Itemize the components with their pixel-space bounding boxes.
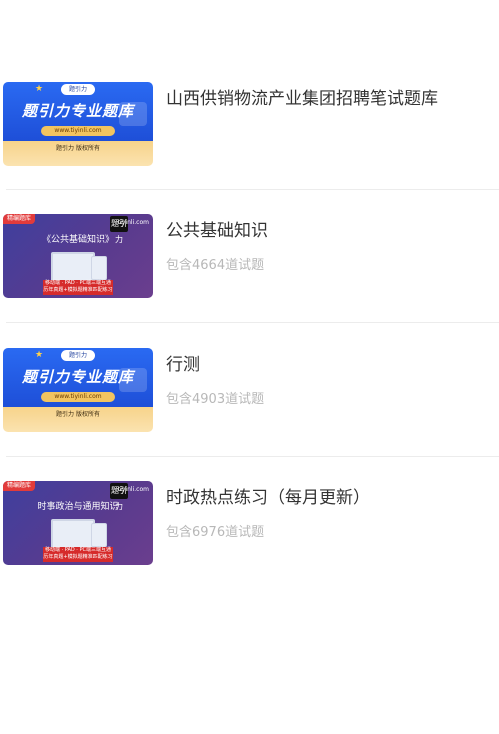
list-item[interactable]: 精编题库 题引力 tiyinli.com 《公共基础知识》 移动端 · PAD … — [0, 214, 499, 304]
thumb-headline: 题引力专业题库 — [21, 368, 134, 386]
thumb-tag: 精编题库 — [3, 481, 36, 491]
item-count: 包含4664道试题 — [166, 258, 265, 273]
item-count: 包含6976道试题 — [166, 525, 265, 540]
thumb-tag: 精编题库 — [3, 214, 36, 224]
item-title[interactable]: 公共基础知识 — [166, 216, 268, 241]
thumb-band: 移动端 · PAD · PC端三端互通 历年真题+模拟题精准匹配练习 — [43, 280, 113, 295]
item-title[interactable]: 行测 — [166, 350, 200, 375]
thumb-headline: 题引力专业题库 — [21, 102, 134, 120]
divider — [6, 456, 499, 457]
star-icon: ★ — [35, 350, 44, 360]
thumb-site: tiyinli.com — [117, 486, 149, 493]
monitor-icon — [51, 252, 95, 282]
item-thumbnail[interactable]: 精编题库 题引力 tiyinli.com 《公共基础知识》 移动端 · PAD … — [3, 214, 153, 298]
band-line: 历年真题+模拟题精准匹配练习 — [43, 554, 113, 560]
divider — [6, 189, 499, 190]
thumb-footer: 题引力 版权所有 — [56, 411, 100, 418]
thumb-logo: 题引力 — [61, 350, 95, 361]
item-thumbnail[interactable]: 精编题库 题引力 tiyinli.com 时事政治与通用知识 移动端 · PAD… — [3, 481, 153, 565]
thumb-course-title: 时事政治与通用知识 — [37, 502, 119, 512]
item-thumbnail[interactable]: ★ 题引力 题引力专业题库 www.tiyinli.com 题引力 版权所有 — [3, 82, 153, 166]
star-icon: ★ — [35, 84, 44, 94]
thumb-url: www.tiyinli.com — [41, 126, 115, 136]
item-thumbnail[interactable]: ★ 题引力 题引力专业题库 www.tiyinli.com 题引力 版权所有 — [3, 348, 153, 432]
band-line: 历年真题+模拟题精准匹配练习 — [43, 287, 113, 293]
thumb-site: tiyinli.com — [117, 219, 149, 226]
band-line: 移动端 · PAD · PC端三端互通 — [44, 280, 111, 286]
monitor-icon — [51, 519, 95, 549]
band-line: 移动端 · PAD · PC端三端互通 — [44, 547, 111, 553]
thumb-logo: 题引力 — [61, 84, 95, 95]
list-item[interactable]: 精编题库 题引力 tiyinli.com 时事政治与通用知识 移动端 · PAD… — [0, 481, 499, 571]
item-title[interactable]: 时政热点练习（每月更新） — [166, 483, 370, 508]
thumb-course-title: 《公共基础知识》 — [41, 235, 114, 245]
phone-icon — [91, 256, 107, 280]
thumb-footer: 题引力 版权所有 — [56, 145, 100, 152]
divider — [6, 322, 499, 323]
item-title[interactable]: 山西供销物流产业集团招聘笔试题库 — [166, 84, 438, 109]
phone-icon — [91, 523, 107, 547]
thumb-band: 移动端 · PAD · PC端三端互通 历年真题+模拟题精准匹配练习 — [43, 547, 113, 562]
item-count: 包含4903道试题 — [166, 392, 265, 407]
list-item[interactable]: ★ 题引力 题引力专业题库 www.tiyinli.com 题引力 版权所有 行… — [0, 348, 499, 438]
thumb-url: www.tiyinli.com — [41, 392, 115, 402]
list-item[interactable]: ★ 题引力 题引力专业题库 www.tiyinli.com 题引力 版权所有 山… — [0, 82, 499, 172]
